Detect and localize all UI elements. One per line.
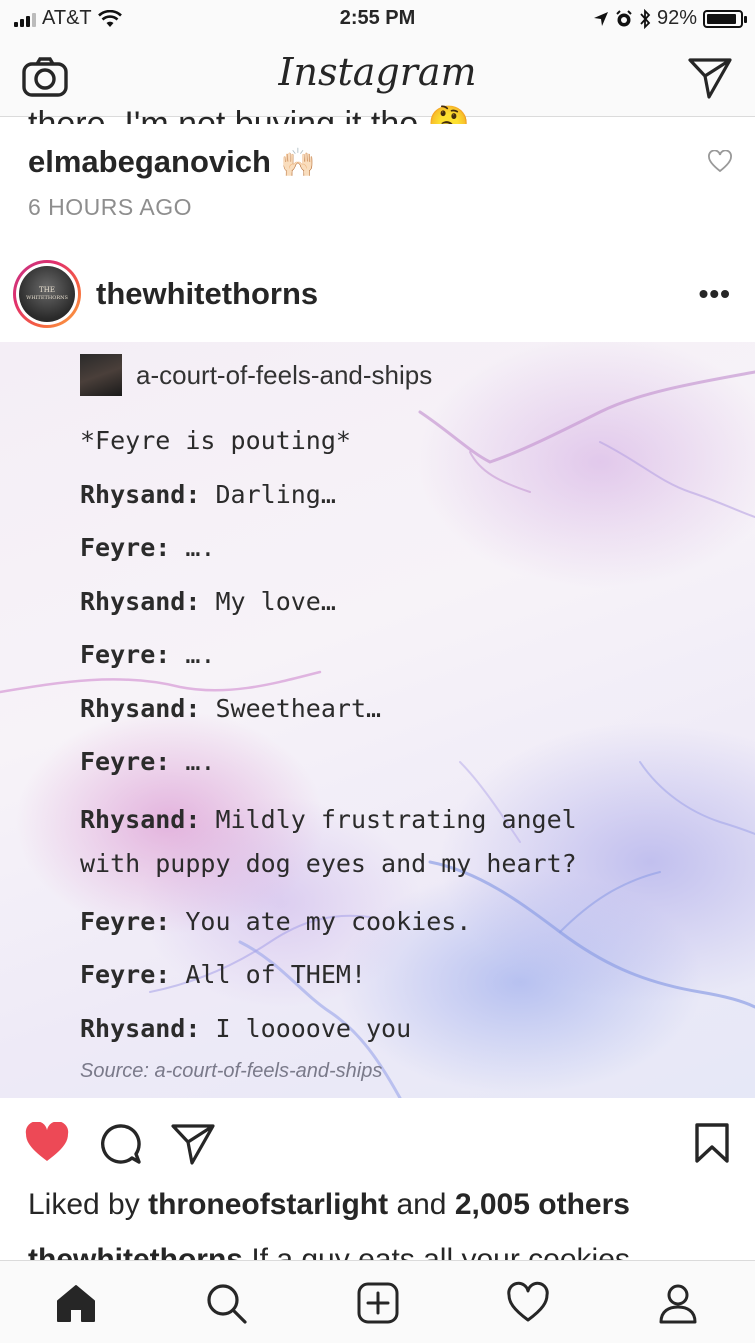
dialogue-line: Rhysand: Mildly frustrating angel [80, 804, 577, 834]
avatar-ring: THE WHITETHORNS [16, 263, 78, 325]
dialogue-line: Feyre: All of THEM! [80, 960, 366, 989]
heart-outline-icon[interactable] [707, 150, 733, 174]
wifi-icon [97, 9, 122, 27]
post-username[interactable]: thewhitethorns [96, 276, 318, 312]
signal-icon [14, 11, 36, 27]
avatar-text-bottom: WHITETHORNS [26, 295, 68, 301]
carrier-label: AT&T [42, 7, 92, 29]
more-options-button[interactable]: ••• [699, 278, 731, 310]
status-left: AT&T [14, 7, 122, 30]
home-icon[interactable] [54, 1281, 98, 1325]
comment-timestamp: 6 HOURS AGO [28, 194, 192, 220]
dialogue-line: Rhysand: Darling… [80, 479, 336, 509]
bluetooth-icon [640, 8, 651, 29]
dialogue-line: Rhysand: I loooove you [80, 1013, 412, 1043]
dialogue-line: Feyre: …. [80, 533, 216, 562]
status-bar: AT&T 2:55 PM 92% [0, 0, 755, 40]
location-arrow-icon [593, 11, 608, 26]
comment-username[interactable]: elmabeganovich [28, 144, 271, 180]
dialogue-line: Feyre: …. [80, 747, 216, 776]
comment-emoji: 🙌🏻 [280, 146, 316, 178]
status-right: 92% [593, 7, 747, 30]
dialogue-line: Feyre: …. [80, 640, 216, 669]
dialogue-line: with puppy dog eyes and my heart? [80, 848, 577, 878]
alarm-icon [616, 9, 632, 26]
dialogue-line: Rhysand: My love… [80, 586, 336, 616]
caption-clipped: thewhitethorns If a guy eats all your co… [28, 1238, 728, 1260]
profile-icon[interactable] [656, 1281, 700, 1325]
search-icon[interactable] [204, 1281, 248, 1325]
dialogue-line: *Feyre is pouting* [80, 426, 351, 455]
likes-summary[interactable]: Liked by throneofstarlight and 2,005 oth… [28, 1188, 630, 1222]
bottom-tab-bar [0, 1260, 755, 1343]
dialogue-line: Feyre: You ate my cookies. [80, 906, 472, 936]
clipped-comment-text: there. I'm not buying it tho 🤔 [28, 105, 470, 124]
battery-fill [707, 13, 737, 24]
post-header: THE WHITETHORNS thewhitethorns ••• [0, 246, 755, 343]
dialogue-text: *Feyre is pouting* Rhysand: Darling… Fey… [80, 414, 577, 1055]
tumblr-username: a-court-of-feels-and-ships [136, 359, 433, 390]
post-image[interactable]: a-court-of-feels-and-ships *Feyre is pou… [0, 342, 755, 1098]
image-source-credit: Source: a-court-of-feels-and-ships [80, 1060, 382, 1083]
avatar[interactable]: THE WHITETHORNS [13, 260, 81, 328]
source-value: a-court-of-feels-and-ships [154, 1060, 383, 1082]
activity-heart-icon[interactable] [506, 1281, 550, 1325]
new-post-icon[interactable] [356, 1281, 400, 1325]
likes-count[interactable]: 2,005 others [455, 1188, 630, 1221]
source-label: Source: [80, 1060, 149, 1082]
battery-icon [703, 9, 747, 28]
post-actions [0, 1098, 755, 1182]
app-logo: Instagram [278, 50, 477, 94]
heart-filled-icon[interactable] [24, 1122, 70, 1164]
bookmark-icon[interactable] [694, 1122, 730, 1164]
likes-user[interactable]: throneofstarlight [148, 1188, 388, 1221]
caption-text: If a guy eats all your cookies [251, 1243, 630, 1260]
comment-icon[interactable] [98, 1122, 144, 1166]
comment-author[interactable]: elmabeganovich 🙌🏻 [28, 144, 316, 180]
likes-and: and [396, 1188, 447, 1221]
dialogue-line: Rhysand: Sweetheart… [80, 693, 382, 723]
battery-percent: 92% [656, 7, 697, 29]
caption-username[interactable]: thewhitethorns [28, 1243, 243, 1260]
tumblr-source-header: a-court-of-feels-and-ships [80, 354, 432, 396]
likes-prefix: Liked by [28, 1188, 140, 1221]
tumblr-avatar [80, 354, 122, 396]
share-icon[interactable] [170, 1122, 216, 1166]
avatar-image: THE WHITETHORNS [19, 266, 75, 322]
avatar-text-top: THE [39, 286, 55, 294]
